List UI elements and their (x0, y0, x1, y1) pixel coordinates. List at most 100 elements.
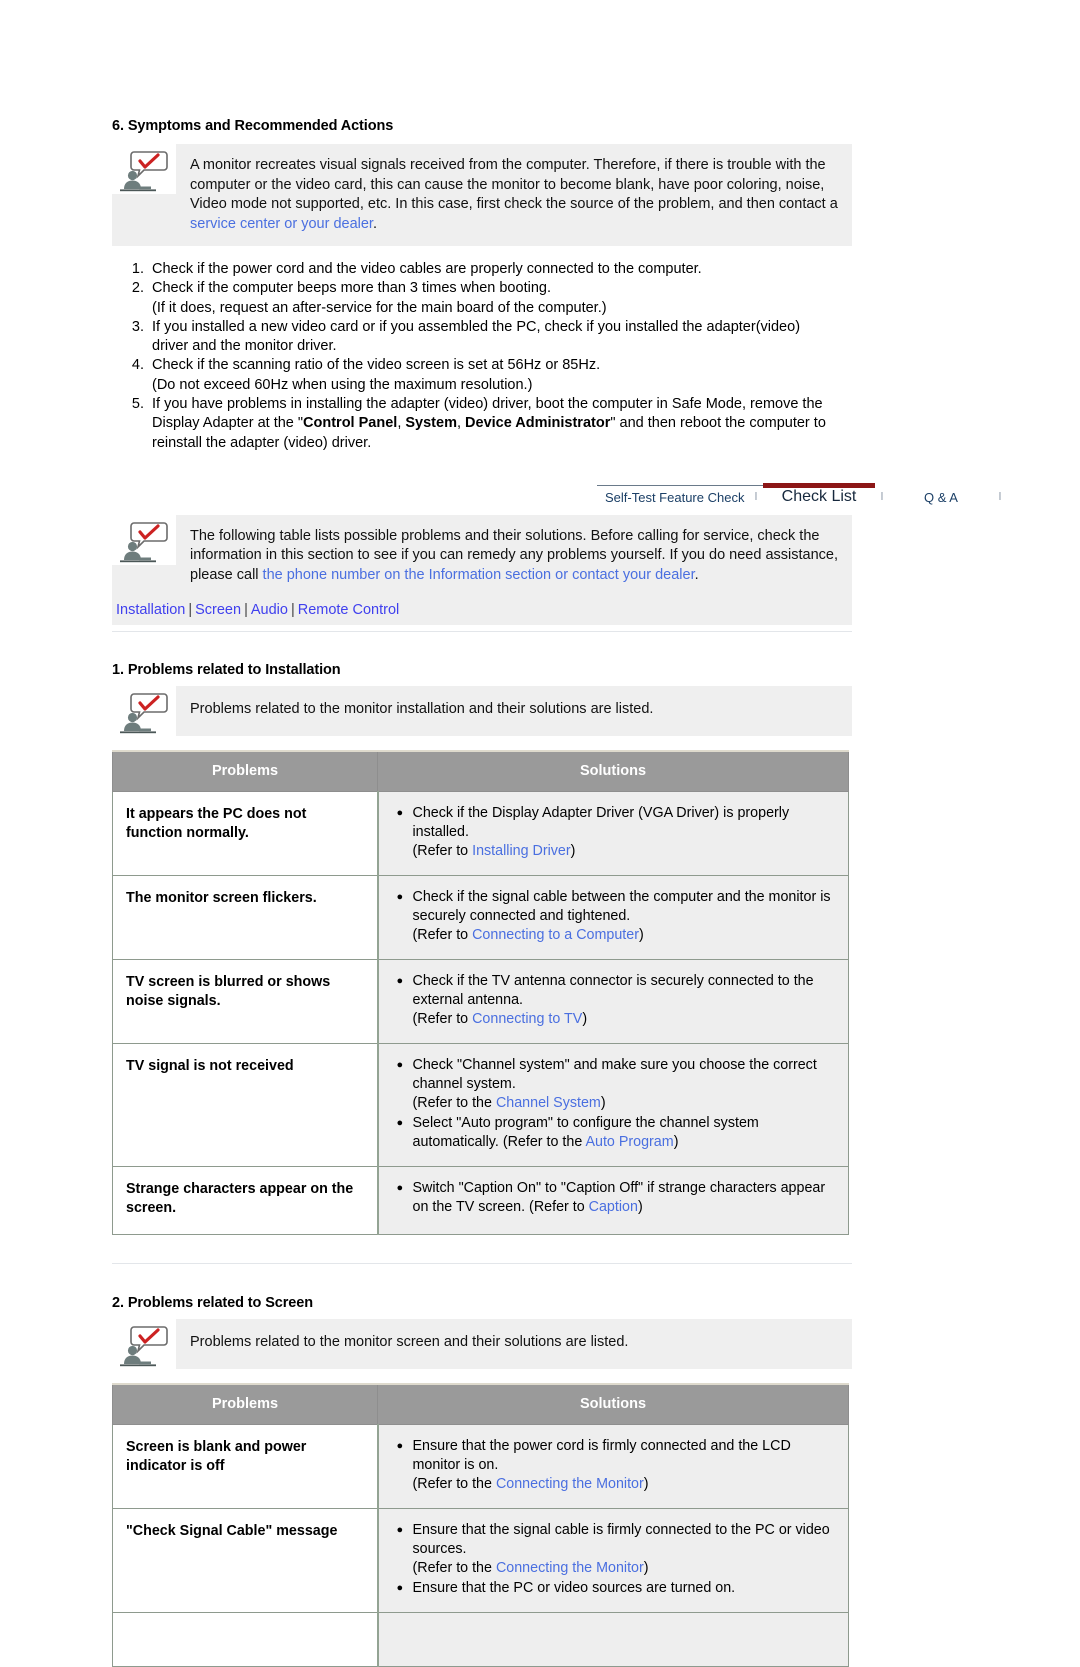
note-box-screen: Problems related to the monitor screen a… (112, 1319, 852, 1370)
list-item: 3. If you installed a new video card or … (112, 318, 852, 357)
solution-bullet: ● Select "Auto program" to configure the… (397, 1114, 839, 1152)
table-row: TV screen is blurred or shows noise sign… (112, 959, 849, 1045)
nav-link-remote-control[interactable]: Remote Control (298, 602, 400, 618)
tab-check-list[interactable]: Check List (763, 479, 875, 512)
bullet-icon: ● (396, 1059, 404, 1072)
solution-bullet: ● Switch "Caption On" to "Caption Off" i… (397, 1179, 839, 1217)
note-icon-wrap (112, 144, 176, 194)
refer-link-auto-program[interactable]: Auto Program (585, 1134, 673, 1150)
solution-cell: ● Ensure that the power cord is firmly c… (377, 1424, 849, 1510)
solution-text: Ensure that the power cord is firmly con… (413, 1437, 839, 1494)
refer-prefix: (Refer to (412, 1011, 473, 1028)
table-header-row: Problems Solutions (112, 1383, 849, 1426)
bullet-icon: ● (396, 1440, 404, 1453)
refer-prefix: (Refer to the (412, 1476, 496, 1493)
nav-link-installation[interactable]: Installation (116, 602, 185, 618)
tab-self-test-feature-check[interactable]: Self-Test Feature Check (597, 479, 749, 511)
refer-link-connecting-to-tv[interactable]: Connecting to TV (472, 1011, 582, 1027)
nav-link-screen[interactable]: Screen (195, 602, 241, 618)
person-speech-bubble-check-icon (120, 1326, 168, 1367)
table-row: Screen is blank and power indicator is o… (112, 1424, 849, 1510)
problem-cell: "Check Signal Cable" message (112, 1508, 379, 1614)
nav-link-audio[interactable]: Audio (251, 602, 288, 618)
solution-bullet: ● Check if the TV antenna connector is s… (397, 972, 839, 1029)
solution-text: Check if the Display Adapter Driver (VGA… (413, 804, 839, 861)
list-item-line1: Check if the computer beeps more than 3 … (152, 280, 551, 297)
table-row: "Check Signal Cable" message ● Ensure th… (112, 1508, 849, 1614)
refer-prefix: (Refer to (412, 927, 473, 944)
note-text-installation: Problems related to the monitor installa… (190, 701, 654, 718)
problem-cell: It appears the PC does not function norm… (112, 791, 379, 877)
refer-suffix: ) (637, 1199, 643, 1216)
bullet-icon: ● (396, 975, 404, 988)
list-item-number: 5. (131, 396, 144, 413)
solution-cell: ● Check if the TV antenna connector is s… (377, 959, 849, 1045)
tab-separator: l (880, 490, 884, 503)
list-item: 5. If you have problems in installing th… (112, 395, 852, 453)
bullet-icon: ● (396, 1524, 404, 1537)
refer-link-installing-driver[interactable]: Installing Driver (472, 843, 571, 859)
note-text-symptoms: A monitor recreates visual signals recei… (176, 144, 852, 246)
column-header-problems: Problems (112, 1383, 378, 1426)
note-box-installation: Problems related to the monitor installa… (112, 686, 852, 737)
section-heading-installation: 1. Problems related to Installation (112, 662, 341, 679)
recommended-actions-list: 1. Check if the power cord and the video… (112, 260, 852, 453)
intro-text-part2: . (694, 566, 699, 583)
refer-link-connecting-to-a-computer[interactable]: Connecting to a Computer (472, 927, 639, 943)
problem-cell: Strange characters appear on the screen. (112, 1166, 379, 1236)
column-header-problems: Problems (112, 750, 378, 793)
list-item-line1: Check if the scanning ratio of the video… (152, 357, 601, 374)
tab-bar: Self-Test Feature Check l Check List l Q… (112, 479, 1001, 515)
person-speech-bubble-check-icon (120, 693, 168, 734)
person-speech-bubble-check-icon (120, 522, 168, 563)
bullet-icon: ● (396, 807, 404, 820)
document-content: 6. Symptoms and Recommended Actions A mo… (112, 0, 1001, 1667)
bullet-icon: ● (396, 1117, 404, 1130)
refer-suffix: ) (600, 1095, 606, 1112)
solution-cell: ● Check if the Display Adapter Driver (V… (377, 791, 849, 877)
solution-text: Check if the TV antenna connector is sec… (413, 972, 839, 1029)
refer-link-caption[interactable]: Caption (589, 1199, 638, 1215)
solution-main: Check if the signal cable between the co… (412, 889, 831, 925)
solution-text: Check "Channel system" and make sure you… (413, 1056, 839, 1113)
refer-link-channel-system[interactable]: Channel System (496, 1095, 601, 1111)
keyword-device-administrator: Device Administrator (465, 415, 611, 432)
solution-main: Check if the TV antenna connector is sec… (412, 973, 814, 1009)
list-item-number: 2. (131, 280, 144, 297)
list-item-number: 1. (131, 261, 144, 277)
solution-main: Check "Channel system" and make sure you… (412, 1057, 817, 1093)
refer-link-connecting-the-monitor[interactable]: Connecting the Monitor (496, 1560, 644, 1576)
problem-cell: TV screen is blurred or shows noise sign… (112, 959, 379, 1045)
service-center-link[interactable]: service center or your dealer (190, 216, 373, 232)
solution-text: Ensure that the PC or video sources are … (412, 1580, 736, 1597)
table-row: The monitor screen flickers. ● Check if … (112, 875, 849, 961)
problem-cell: Screen is blank and power indicator is o… (112, 1424, 379, 1510)
category-nav: Installation | Screen | Audio | Remote Control (112, 597, 852, 626)
note-icon-wrap (112, 686, 176, 737)
keyword-control-panel: Control Panel (303, 415, 398, 432)
phone-number-link[interactable]: the phone number on the Information sect… (263, 567, 695, 583)
list-item: 1. Check if the power cord and the video… (112, 260, 852, 279)
refer-link-connecting-the-monitor[interactable]: Connecting the Monitor (496, 1476, 644, 1492)
list-item-line1: If you installed a new video card or if … (152, 318, 801, 335)
note-box-symptoms: A monitor recreates visual signals recei… (112, 144, 852, 246)
solution-bullet: ● Check "Channel system" and make sure y… (397, 1056, 839, 1113)
note-box-intro: The following table lists possible probl… (112, 514, 852, 598)
nav-separator: | (188, 602, 193, 619)
solution-cell: ● Switch "Caption On" to "Caption Off" i… (377, 1166, 849, 1236)
installation-problems-table: Problems Solutions It appears the PC doe… (112, 750, 849, 1236)
solution-bullet: ● Ensure that the signal cable is firmly… (397, 1521, 839, 1578)
list-item-number: 4. (131, 357, 144, 374)
table-row: TV signal is not received ● Check "Chann… (112, 1043, 849, 1168)
note-text-screen: Problems related to the monitor screen a… (190, 1334, 629, 1351)
list-item-line2: (Do not exceed 60Hz when using the maxim… (152, 376, 533, 393)
solution-main: Ensure that the power cord is firmly con… (412, 1438, 791, 1474)
refer-prefix: (Refer to (412, 843, 473, 860)
tab-q-and-a[interactable]: Q & A (889, 479, 993, 511)
problem-cell: The monitor screen flickers. (112, 875, 379, 961)
refer-suffix: ) (643, 1560, 649, 1577)
section-heading-screen: 2. Problems related to Screen (112, 1295, 313, 1312)
note-text-intro: The following table lists possible probl… (176, 515, 852, 598)
table-row: Strange characters appear on the screen.… (112, 1166, 849, 1236)
solution-text: Select "Auto program" to configure the c… (413, 1114, 839, 1152)
